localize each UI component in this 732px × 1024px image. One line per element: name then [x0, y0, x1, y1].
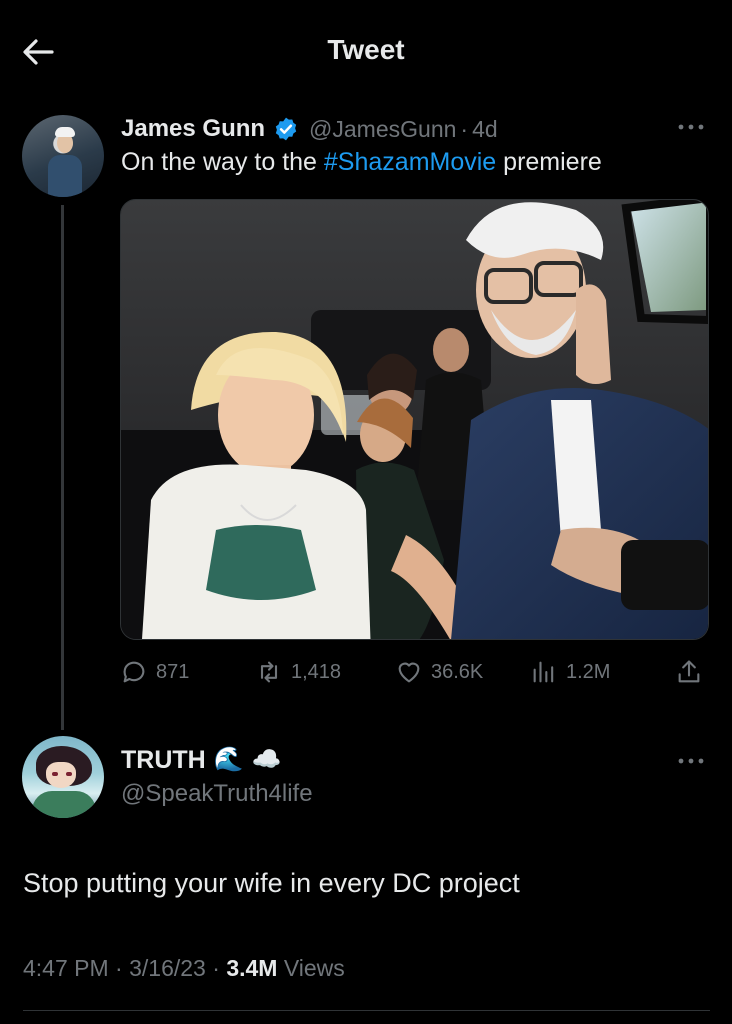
share-action[interactable]: [675, 652, 703, 692]
views-count: 1.2M: [566, 660, 611, 683]
reply-header: TRUTH 🌊 ☁️: [121, 742, 282, 778]
reply-bubble-icon: [123, 661, 145, 683]
retweet-action[interactable]: 1,418: [255, 652, 341, 692]
verified-badge-icon: [275, 117, 297, 141]
reply-views-label: Views: [277, 955, 345, 981]
views-bar-chart-icon: [533, 661, 554, 683]
reply-author-avatar[interactable]: [22, 736, 104, 818]
retweet-icon: [260, 661, 278, 683]
meta-separator: ·: [108, 955, 130, 981]
reply-views-count[interactable]: 3.4M: [226, 955, 277, 981]
reply-author-name[interactable]: TRUTH: [121, 746, 206, 775]
retweet-count: 1,418: [291, 660, 342, 683]
tweet-photo[interactable]: [120, 199, 709, 640]
views-action[interactable]: 1.2M: [530, 652, 610, 692]
like-count: 36.6K: [431, 660, 484, 683]
wave-emoji-icon: 🌊: [213, 746, 244, 773]
cloud-emoji-icon: ☁️: [251, 746, 282, 773]
separator-dot: ·: [460, 115, 469, 142]
top-bar: Tweet: [0, 0, 732, 98]
reply-timestamp-meta: 4:47 PM · 3/16/23 · 3.4M Views: [23, 955, 345, 982]
reply-more-options-icon[interactable]: [676, 756, 706, 766]
reply-author-handle[interactable]: @SpeakTruth4life: [121, 780, 313, 808]
tweet-text-after: premiere: [496, 148, 602, 176]
tweet-age[interactable]: 4d: [472, 116, 498, 143]
more-options-icon[interactable]: [676, 122, 706, 132]
reply-date[interactable]: 3/16/23: [129, 955, 206, 981]
reply-count: 871: [156, 660, 190, 683]
tweet-header: James Gunn @JamesGunn · 4d: [121, 112, 498, 146]
reply-text: Stop putting your wife in every DC proje…: [23, 868, 520, 898]
tweet-text-before: On the way to the: [121, 148, 324, 176]
share-upload-icon: [678, 660, 700, 683]
car-selfie-photo: [121, 200, 708, 639]
tweet-action-bar: 871 1,418 36.6K 1.2M: [120, 652, 710, 692]
reply-time[interactable]: 4:47 PM: [23, 955, 109, 981]
page-title: Tweet: [327, 34, 405, 65]
author-avatar[interactable]: [22, 115, 104, 197]
thread-connector-line: [61, 205, 64, 730]
author-handle[interactable]: @JamesGunn: [309, 116, 456, 143]
like-action[interactable]: 36.6K: [395, 652, 483, 692]
tweet-text: On the way to the #ShazamMovie premiere: [121, 148, 602, 177]
divider: [23, 1010, 710, 1011]
author-name[interactable]: James Gunn: [121, 115, 265, 143]
meta-separator-2: ·: [205, 955, 227, 981]
reply-action[interactable]: 871: [120, 652, 189, 692]
hashtag-link[interactable]: #ShazamMovie: [324, 148, 496, 176]
heart-icon: [398, 662, 420, 683]
